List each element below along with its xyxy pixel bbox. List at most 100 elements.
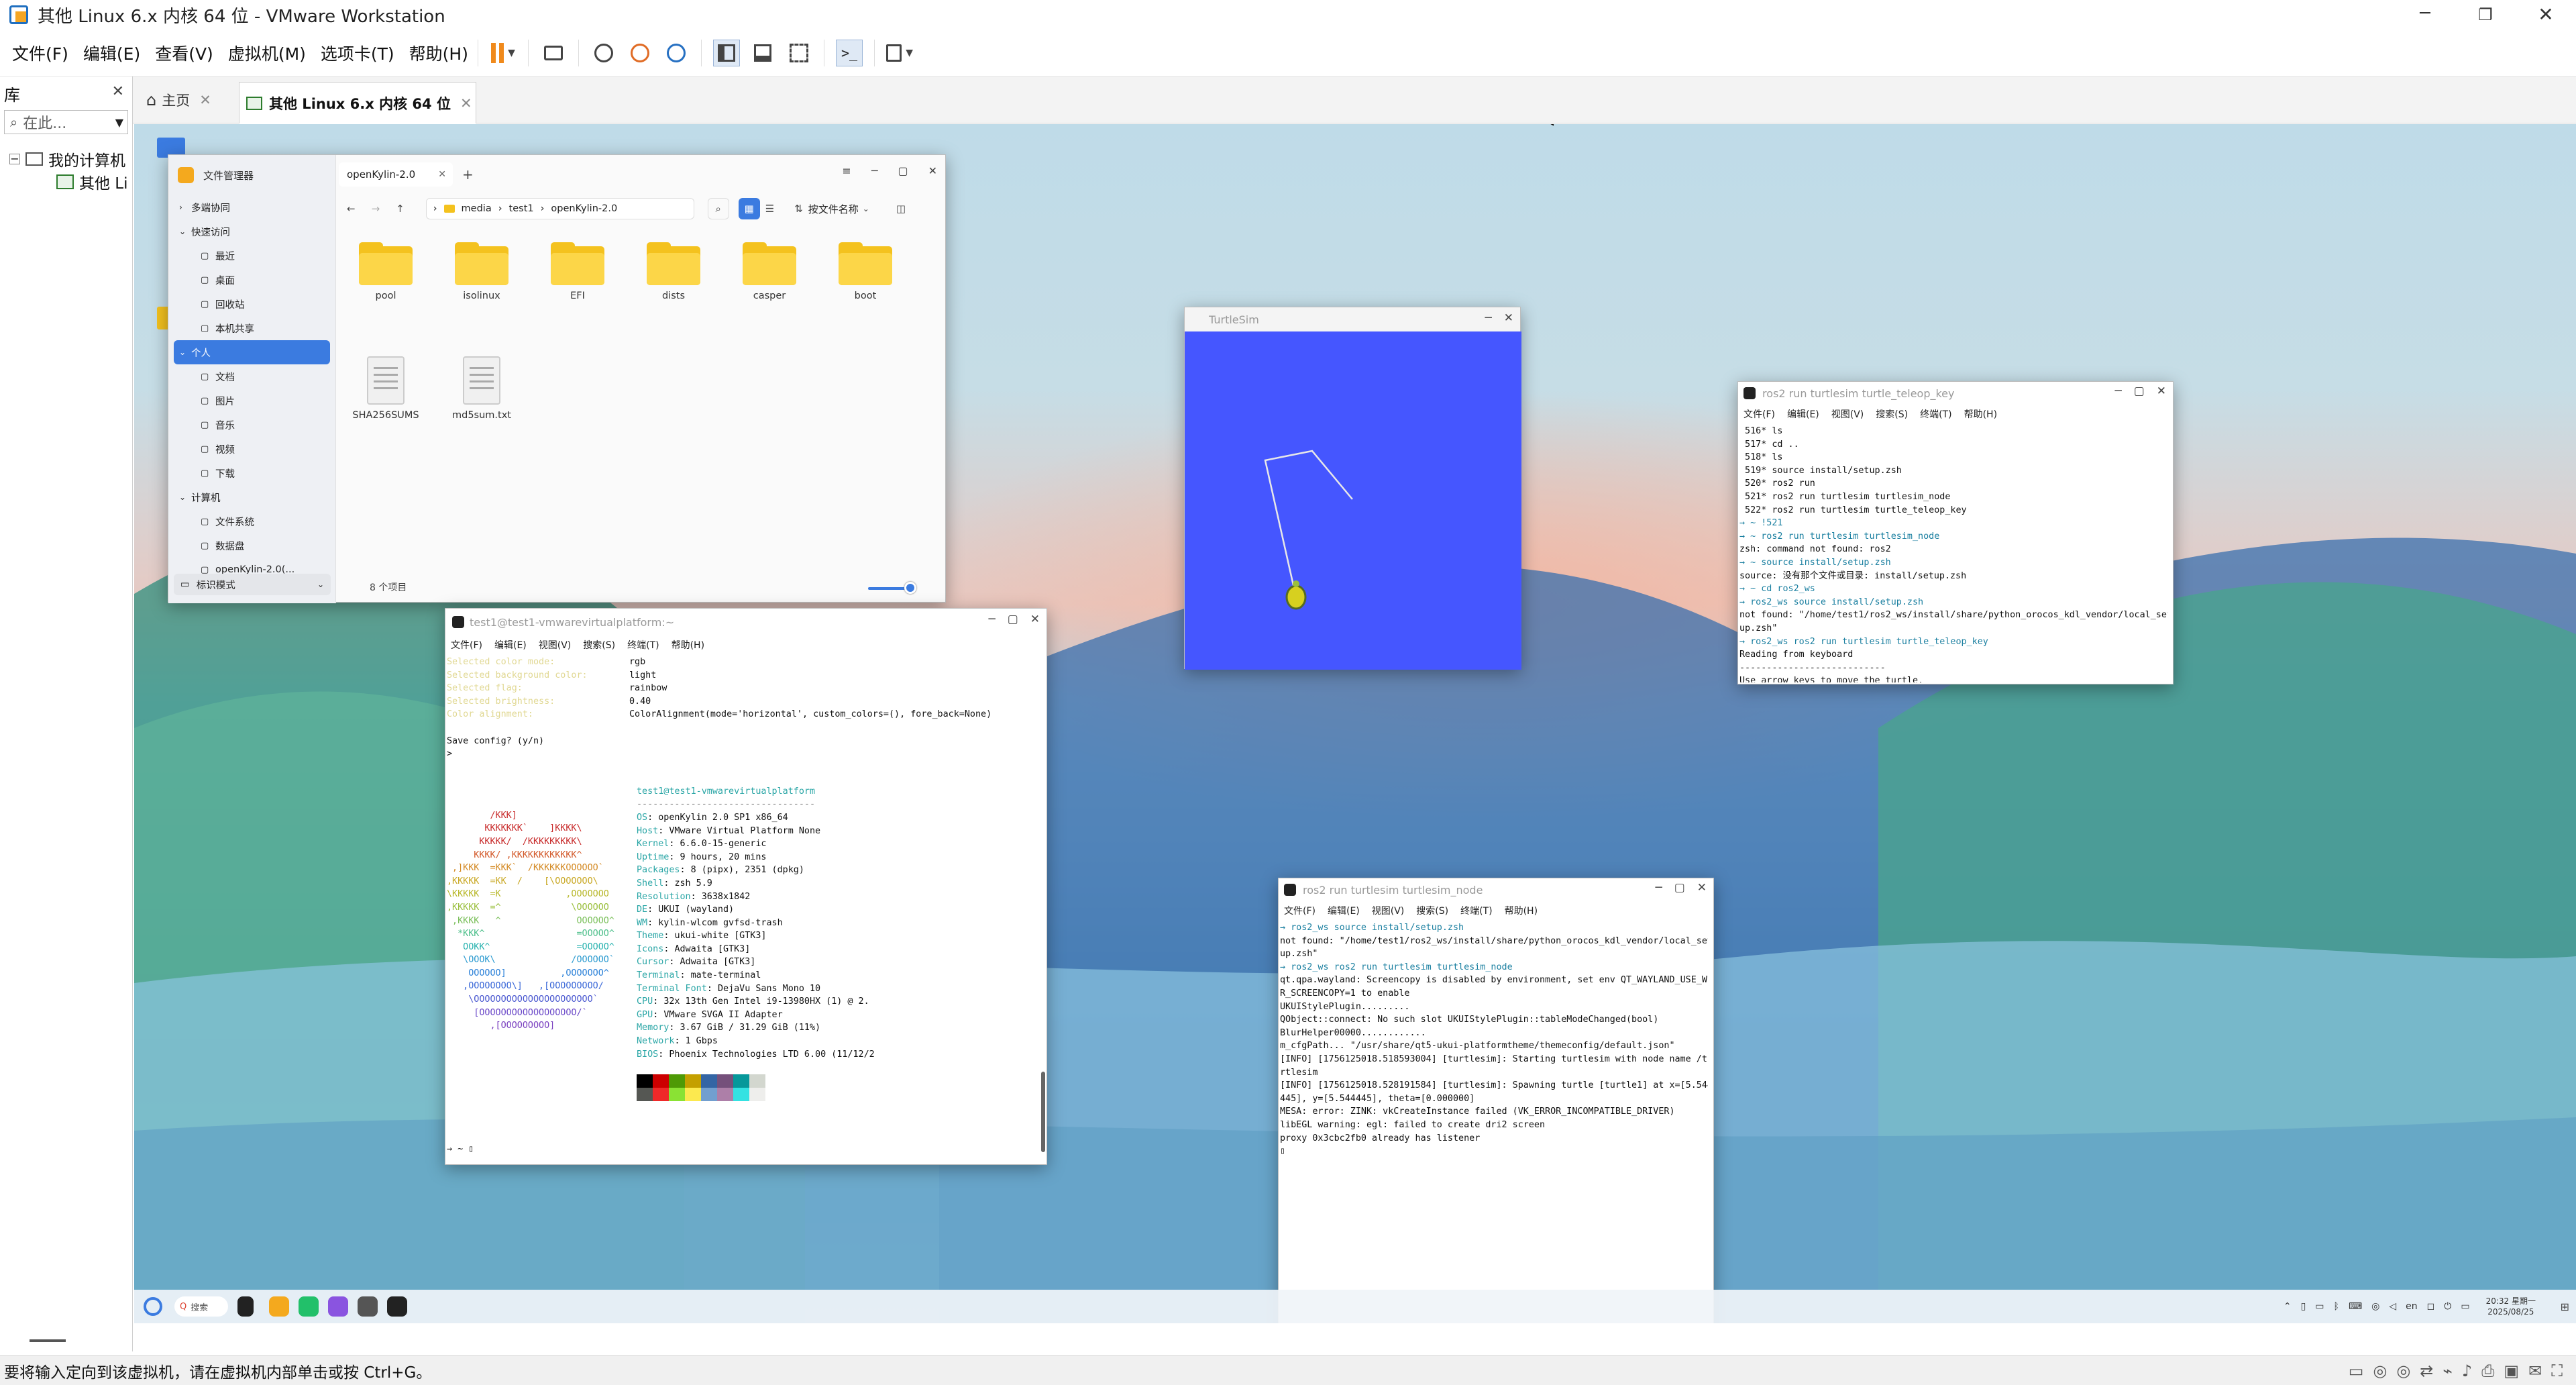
fullscreen-status-icon[interactable]: ⛶ xyxy=(2551,1362,2563,1380)
tray-power-icon[interactable]: ⏻ xyxy=(2444,1301,2451,1312)
fm-item-folder[interactable]: casper xyxy=(729,242,810,301)
fm-sidebar-item[interactable]: ▢ 文档 xyxy=(174,364,330,389)
tab-vm[interactable]: 其他 Linux 6.x 内核 64 位 ✕ xyxy=(239,82,476,123)
multitask-view-icon[interactable] xyxy=(237,1296,254,1317)
cdrom-status-icon[interactable]: ◎ xyxy=(2373,1362,2387,1380)
fm-item-file[interactable]: md5sum.txt xyxy=(441,356,522,421)
fm-sidebar-item[interactable]: ▢ 本机共享 xyxy=(174,316,330,340)
fm-sidebar-item[interactable]: ▢ 视频 xyxy=(174,437,330,461)
library-search[interactable]: ⌕ 在此... ▼ xyxy=(4,110,128,134)
minimize-icon[interactable]: ─ xyxy=(1485,311,1492,325)
maximize-icon[interactable]: ▢ xyxy=(1674,881,1685,894)
thumbnail-bar-icon[interactable] xyxy=(749,40,776,66)
tab-close-icon[interactable]: ✕ xyxy=(438,169,446,180)
tray-expand-icon[interactable]: ⌃ xyxy=(2284,1301,2292,1312)
network-status-icon[interactable]: ⇄ xyxy=(2420,1362,2433,1380)
close-icon[interactable]: ✕ xyxy=(1697,881,1707,894)
menu-edit[interactable]: 编辑(E) xyxy=(494,638,527,652)
fm-sidebar-item[interactable]: ▢ 文件系统 xyxy=(174,509,330,533)
close-icon[interactable]: ✕ xyxy=(1504,311,1513,325)
menu-file[interactable]: 文件(F) xyxy=(1743,407,1775,421)
maximize-icon[interactable]: ▢ xyxy=(1008,613,1018,626)
zoom-slider[interactable] xyxy=(868,582,916,594)
start-menu-icon[interactable] xyxy=(144,1297,162,1316)
printer-status-icon[interactable]: ⎙ xyxy=(2481,1362,2494,1380)
minimize-icon[interactable]: ─ xyxy=(2114,384,2121,398)
camera-taskbar-icon[interactable] xyxy=(358,1296,378,1317)
menu-terminal[interactable]: 终端(T) xyxy=(1460,904,1492,917)
fm-sidebar-item[interactable]: ▢ 桌面 xyxy=(174,268,330,292)
search-dropdown-icon[interactable]: ▼ xyxy=(115,116,123,129)
search-icon[interactable]: ⌕ xyxy=(707,198,729,219)
menu-terminal[interactable]: 终端(T) xyxy=(627,638,659,652)
fm-item-folder[interactable]: boot xyxy=(825,242,906,301)
fm-sidebar-item[interactable]: ▢ 最近 xyxy=(174,244,330,268)
menu-view[interactable]: 视图(V) xyxy=(1372,904,1405,917)
minimize-button[interactable]: ─ xyxy=(2395,0,2455,30)
close-button[interactable]: ✕ xyxy=(2516,0,2576,30)
maximize-icon[interactable]: ▢ xyxy=(2134,384,2145,398)
fm-tab[interactable]: openKylin-2.0 ✕ xyxy=(339,162,453,187)
fm-item-file[interactable]: SHA256SUMS xyxy=(345,356,426,421)
close-icon[interactable]: ✕ xyxy=(2157,384,2166,398)
tray-volume-icon[interactable]: ◁ xyxy=(2389,1301,2396,1312)
menu-terminal[interactable]: 终端(T) xyxy=(1920,407,1951,421)
menu-edit[interactable]: 编辑(E) xyxy=(1787,407,1819,421)
menu-view[interactable]: 视图(V) xyxy=(539,638,572,652)
tab-close-icon[interactable]: ✕ xyxy=(199,92,211,108)
menu-edit[interactable]: 编辑(E) xyxy=(83,41,140,65)
tray-bluetooth-icon[interactable]: ᛒ xyxy=(2334,1301,2339,1312)
breadcrumb-item[interactable]: test1 xyxy=(509,203,534,214)
console-view-icon[interactable]: >_ xyxy=(835,39,863,66)
menu-file[interactable]: 文件(F) xyxy=(12,41,68,65)
snapshot-manager-icon[interactable] xyxy=(663,40,690,66)
taskbar-search[interactable]: Q 搜索 xyxy=(174,1296,228,1317)
scrollbar[interactable] xyxy=(1041,1072,1045,1152)
fm-mode-select[interactable]: ▭ 标识模式 ⌄ xyxy=(174,574,331,595)
sort-icon[interactable]: ⇅ xyxy=(794,203,803,215)
menu-help[interactable]: 帮助(H) xyxy=(409,41,468,65)
chevron-icon[interactable]: ⌄ xyxy=(179,227,191,236)
tray-disk-icon[interactable]: ▭ xyxy=(2315,1301,2324,1312)
fm-item-folder[interactable]: dists xyxy=(633,242,714,301)
menu-search[interactable]: 搜索(S) xyxy=(583,638,615,652)
library-close-icon[interactable]: ✕ xyxy=(112,83,124,100)
cdrom2-status-icon[interactable]: ◎ xyxy=(2396,1362,2410,1380)
pause-icon[interactable]: ▼ xyxy=(490,40,517,66)
file-manager-taskbar-icon[interactable] xyxy=(269,1296,289,1317)
hdd-status-icon[interactable]: ▭ xyxy=(2349,1362,2364,1380)
terminal-output[interactable]: 516* ls 517* cd .. 518* ls 519* source i… xyxy=(1738,425,2167,682)
close-icon[interactable]: ✕ xyxy=(1030,613,1040,626)
fm-menu-icon[interactable]: ≡ xyxy=(842,164,851,177)
terminal-output[interactable]: → ros2_ws source install/setup.zsh not fo… xyxy=(1279,921,1708,1323)
menu-edit[interactable]: 编辑(E) xyxy=(1328,904,1360,917)
fm-sidebar-item[interactable]: ▢ 数据盘 xyxy=(174,533,330,558)
fm-sidebar-item[interactable]: ▢ 下载 xyxy=(174,461,330,485)
tray-keyboard-icon[interactable]: ⌨ xyxy=(2349,1301,2362,1312)
breadcrumb-item[interactable]: media xyxy=(462,203,492,214)
snapshot-icon[interactable] xyxy=(590,40,617,66)
usb-status-icon[interactable]: ⌁ xyxy=(2443,1362,2452,1380)
menu-file[interactable]: 文件(F) xyxy=(451,638,482,652)
fm-sidebar-item[interactable]: ▢ 回收站 xyxy=(174,292,330,316)
sort-label[interactable]: 按文件名称 xyxy=(808,202,859,216)
back-icon[interactable]: ← xyxy=(347,203,356,215)
menu-search[interactable]: 搜索(S) xyxy=(1416,904,1448,917)
icon-view-icon[interactable]: ▦ xyxy=(738,198,760,219)
fm-sidebar-item[interactable]: ▢ 图片 xyxy=(174,389,330,413)
zoom-slider-handle[interactable] xyxy=(904,582,916,594)
tree-item-my-computer[interactable]: − 我的计算机 xyxy=(9,148,132,170)
revert-snapshot-icon[interactable] xyxy=(627,40,653,66)
fm-sidebar-item[interactable]: › 多端协同 xyxy=(174,195,330,219)
preview-pane-icon[interactable]: ◫ xyxy=(896,203,906,215)
chevron-icon[interactable]: › xyxy=(179,203,191,212)
fm-maximize-icon[interactable]: ▢ xyxy=(898,164,908,177)
chevron-icon[interactable]: ⌄ xyxy=(179,493,191,502)
app-store-taskbar-icon[interactable] xyxy=(328,1296,348,1317)
fm-item-folder[interactable]: EFI xyxy=(537,242,618,301)
pane-resize-handle[interactable] xyxy=(30,1339,66,1342)
mail-taskbar-icon[interactable] xyxy=(299,1296,319,1317)
sound-status-icon[interactable]: ♪ xyxy=(2462,1362,2472,1380)
fm-sidebar-item[interactable]: ⌄ 计算机 xyxy=(174,485,330,509)
fm-sidebar-item[interactable]: ⌄ 快速访问 xyxy=(174,219,330,244)
